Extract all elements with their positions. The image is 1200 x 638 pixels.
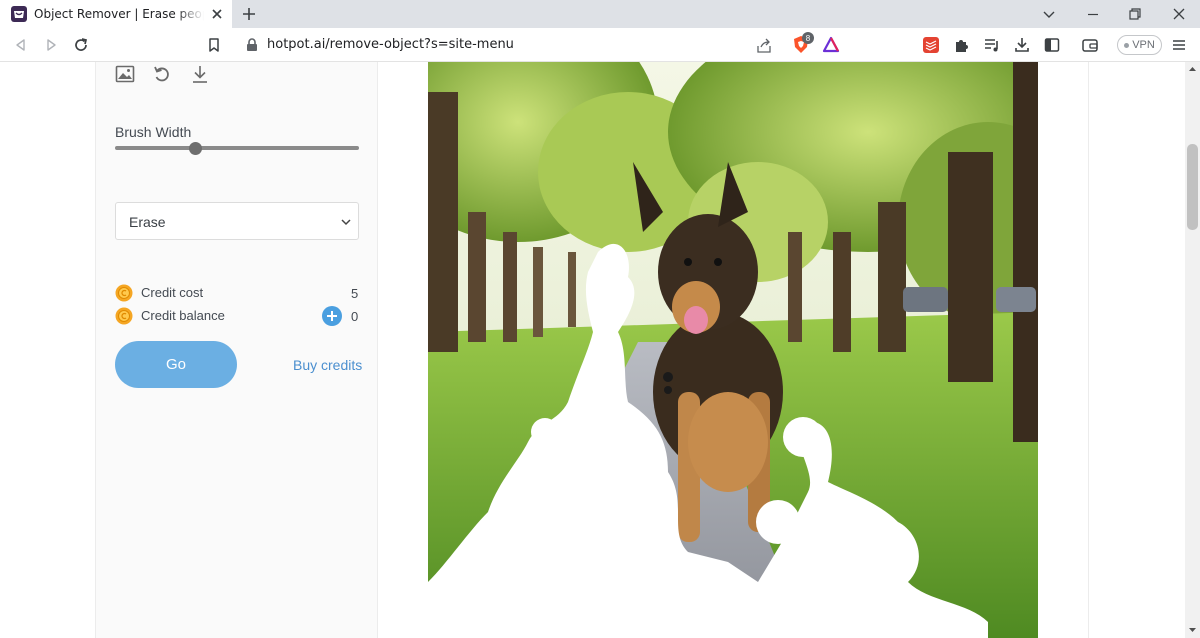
- brush-width-label: Brush Width: [115, 124, 192, 140]
- tab-search-chevron-icon[interactable]: [1040, 5, 1058, 23]
- browser-tab[interactable]: Object Remover | Erase people an: [0, 0, 232, 28]
- forward-icon[interactable]: [42, 36, 60, 54]
- back-icon[interactable]: [12, 36, 30, 54]
- go-button[interactable]: Go: [115, 341, 237, 388]
- todoist-extension-icon[interactable]: [922, 36, 940, 54]
- reload-icon[interactable]: [72, 36, 90, 54]
- page-viewport: Brush Width Erase Credit cost 5 Credit b…: [0, 62, 1185, 638]
- plus-icon: [327, 311, 337, 321]
- vpn-status-dot: [1124, 42, 1130, 48]
- brush-width-slider[interactable]: [115, 146, 359, 150]
- content-divider: [1088, 62, 1089, 638]
- hotpot-favicon-icon: [11, 6, 27, 22]
- downloads-icon[interactable]: [1013, 36, 1031, 54]
- lock-icon[interactable]: [244, 37, 260, 53]
- mode-select[interactable]: Erase: [115, 202, 359, 240]
- extensions-icon[interactable]: [953, 36, 971, 54]
- tab-strip: Object Remover | Erase people an: [0, 0, 1200, 28]
- browser-menu-icon[interactable]: [1170, 36, 1188, 54]
- bookmark-icon[interactable]: [205, 36, 223, 54]
- page-scrollbar[interactable]: [1185, 62, 1200, 638]
- credit-cost-value: 5: [351, 286, 359, 301]
- credit-balance-label: Credit balance: [141, 308, 225, 323]
- media-queue-icon[interactable]: [983, 36, 1001, 54]
- address-bar[interactable]: hotpot.ai/remove-object?s=site-menu: [234, 32, 850, 59]
- vpn-button[interactable]: VPN: [1117, 35, 1162, 55]
- scroll-up-arrow-icon[interactable]: [1188, 65, 1197, 74]
- vpn-label: VPN: [1132, 39, 1155, 51]
- buy-credits-link[interactable]: Buy credits: [293, 357, 362, 373]
- close-window-icon[interactable]: [1170, 5, 1188, 23]
- coin-icon: [115, 284, 133, 302]
- image-canvas[interactable]: [428, 62, 1038, 638]
- image-icon[interactable]: [115, 64, 135, 84]
- minimize-icon[interactable]: [1084, 5, 1102, 23]
- new-tab-icon[interactable]: [240, 5, 258, 23]
- mode-select-value: Erase: [129, 214, 166, 230]
- credit-cost-label: Credit cost: [141, 285, 204, 300]
- brush-width-slider-thumb[interactable]: [189, 142, 203, 155]
- restore-icon[interactable]: [1126, 5, 1144, 23]
- share-icon[interactable]: [755, 37, 773, 55]
- wallet-icon[interactable]: [1081, 36, 1099, 54]
- url-text: hotpot.ai/remove-object?s=site-menu: [267, 37, 514, 52]
- browser-toolbar: hotpot.ai/remove-object?s=site-menu 8 VP…: [0, 28, 1200, 62]
- sidebar-icon[interactable]: [1043, 36, 1061, 54]
- brave-badge-count: 8: [805, 33, 811, 43]
- download-icon[interactable]: [190, 64, 210, 84]
- scrollbar-thumb[interactable]: [1187, 144, 1198, 230]
- close-tab-icon[interactable]: [209, 6, 225, 22]
- coin-icon: [115, 307, 133, 325]
- undo-icon[interactable]: [152, 64, 172, 84]
- credit-balance-value: 0: [351, 309, 359, 324]
- tab-title-fade: [176, 2, 204, 24]
- park-dog-photo: [428, 62, 1038, 638]
- brave-shields-badge: 8: [802, 32, 814, 44]
- add-credits-button[interactable]: [322, 306, 342, 326]
- chevron-down-icon: [341, 219, 351, 226]
- scroll-down-arrow-icon[interactable]: [1188, 625, 1197, 634]
- brave-rewards-icon[interactable]: [822, 36, 840, 54]
